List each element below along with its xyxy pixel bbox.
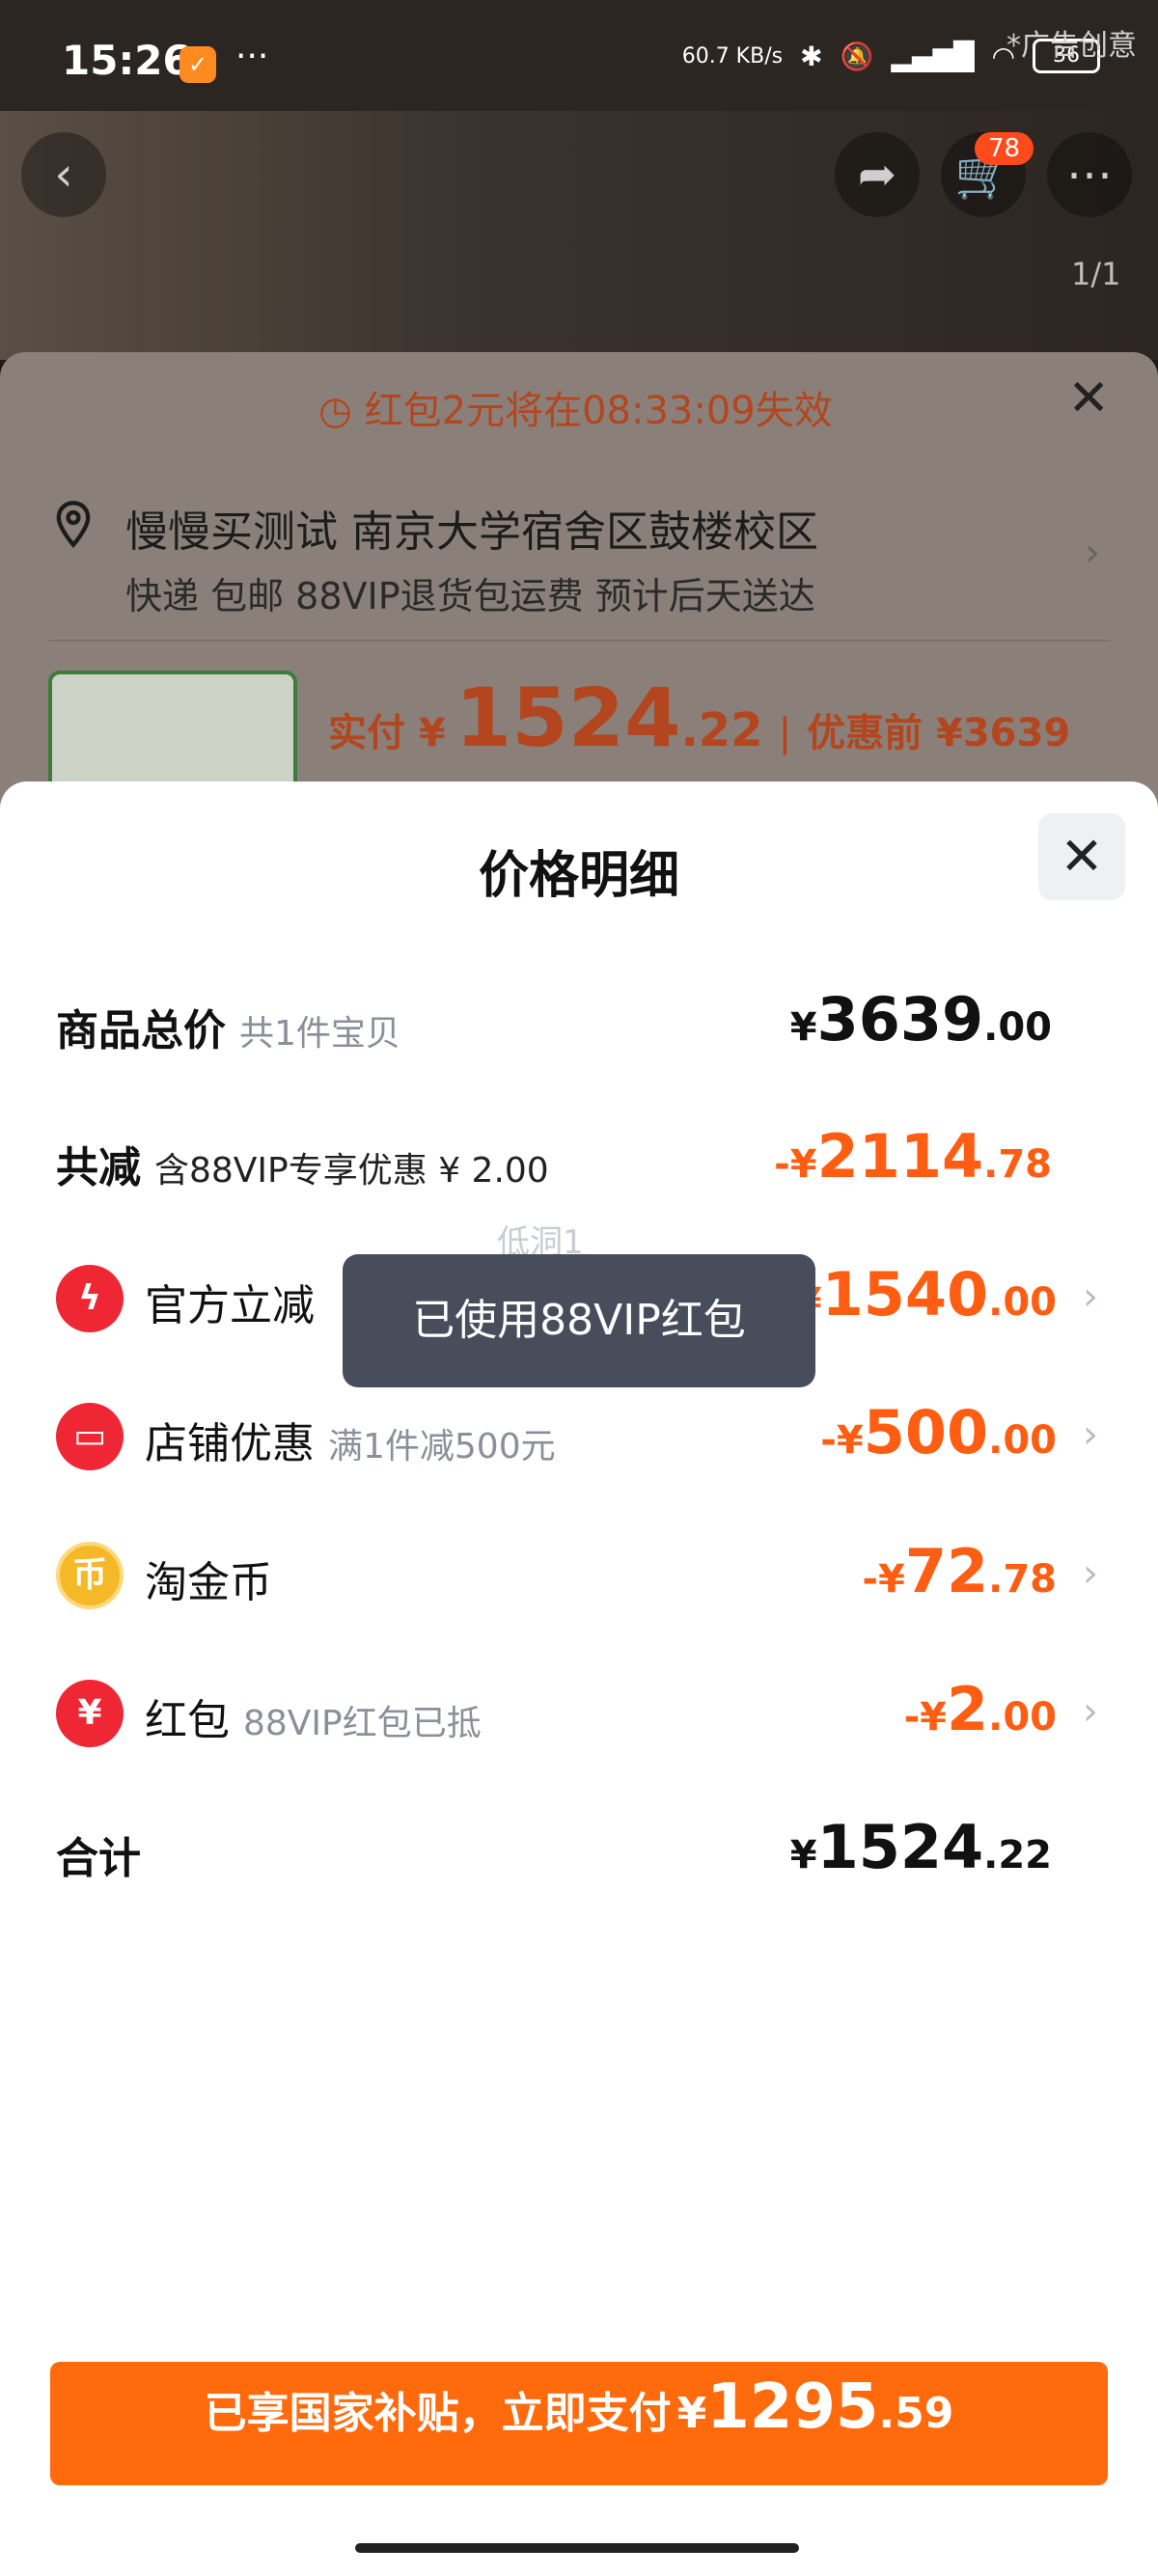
cart-count-badge: 78	[975, 132, 1034, 165]
taojinbi-amount: -¥ 72.78	[862, 1536, 1057, 1606]
delivery-info: 快递 包邮 88VIP退货包运费 预计后天送达	[125, 575, 815, 617]
home-indicator[interactable]	[355, 2543, 799, 2553]
row-red-packet[interactable]: ¥ 红包 88VIP红包已抵 -¥ 2.00 ›	[0, 1664, 1158, 1761]
grand-total-amount: ¥1524.22	[789, 1812, 1052, 1882]
row-store-discount[interactable]: ▭ 店铺优惠 满1件减500元 -¥ 500.00 ›	[0, 1387, 1158, 1484]
red-packet-expiry-notice: ◷ 红包2元将在08:33:09失效	[318, 389, 833, 433]
chevron-right-icon: ›	[1083, 1412, 1098, 1457]
bluetooth-icon: ✱	[800, 40, 823, 72]
chevron-right-icon: ›	[1083, 1689, 1098, 1734]
price-before-discount: 优惠前 ¥3639	[807, 711, 1071, 755]
lightning-icon: ϟ	[56, 1265, 124, 1332]
pay-now-button[interactable]: 已享国家补贴，立即支付 ¥ 1295 .59	[50, 2362, 1108, 2485]
total-discount-amount: -¥ 2114.78	[774, 1121, 1052, 1192]
status-time: 15:26	[62, 37, 191, 84]
total-price-amount: ¥3639.00	[789, 984, 1052, 1055]
red-packet-amount: -¥ 2.00	[903, 1674, 1057, 1744]
store-discount-amount: -¥ 500.00	[820, 1397, 1057, 1467]
share-button[interactable]: ➦	[835, 132, 920, 217]
paid-amount: 实付 ¥ 1524 .22 | 优惠前 ¥3639	[328, 671, 1071, 765]
more-button[interactable]: ⋯	[1047, 132, 1132, 217]
divider	[48, 640, 1110, 642]
coin-icon: 币	[56, 1542, 124, 1609]
red-packet-icon: ¥	[56, 1680, 124, 1747]
status-bar: 15:26 ✓ ··· 60.7 KB/s ✱ 🔕 ▂▄▆█ ◠ 36 *广告创…	[0, 0, 1158, 111]
row-total-discount: 共减 含88VIP专享优惠 ¥ 2.00 -¥ 2114.78	[56, 1121, 1052, 1192]
mute-icon: 🔕	[840, 40, 874, 72]
clock-icon: ◷	[318, 389, 365, 433]
signal-icon: ▂▄▆█	[891, 40, 975, 72]
more-dots-icon: ···	[235, 37, 269, 76]
chevron-right-icon: ›	[1083, 1274, 1098, 1319]
expiry-close-icon[interactable]: ✕	[1067, 370, 1110, 427]
close-button[interactable]: ✕	[1038, 813, 1125, 900]
sheet-title: 价格明细	[478, 847, 679, 905]
row-total-price: 商品总价 共1件宝贝 ¥3639.00	[56, 984, 1052, 1055]
price-detail-sheet: 价格明细 ✕ 商品总价 共1件宝贝 ¥3639.00 共减 含88VIP专享优惠 ¥…	[0, 781, 1158, 2576]
chevron-right-icon: ›	[1085, 531, 1100, 575]
official-discount-amount: -¥1540.00	[779, 1259, 1057, 1329]
delivery-address[interactable]: 慢慢买测试 南京大学宿舍区鼓楼校区	[125, 497, 818, 559]
row-grand-total: 合计 ¥1524.22	[56, 1812, 1052, 1883]
store-icon: ▭	[56, 1403, 124, 1470]
ad-tag: *广告创意	[1006, 29, 1137, 63]
chevron-right-icon: ›	[1083, 1551, 1098, 1596]
network-speed: 60.7 KB/s	[681, 43, 784, 69]
image-counter: 1/1	[1071, 256, 1121, 292]
toast-message: 已使用88VIP红包	[343, 1254, 815, 1387]
taobao-app-icon: ✓	[179, 46, 216, 83]
back-button[interactable]: ‹	[21, 132, 106, 217]
row-taojinbi[interactable]: 币 淘金币 -¥ 72.78 ›	[0, 1526, 1158, 1623]
location-pin-icon	[56, 501, 91, 548]
